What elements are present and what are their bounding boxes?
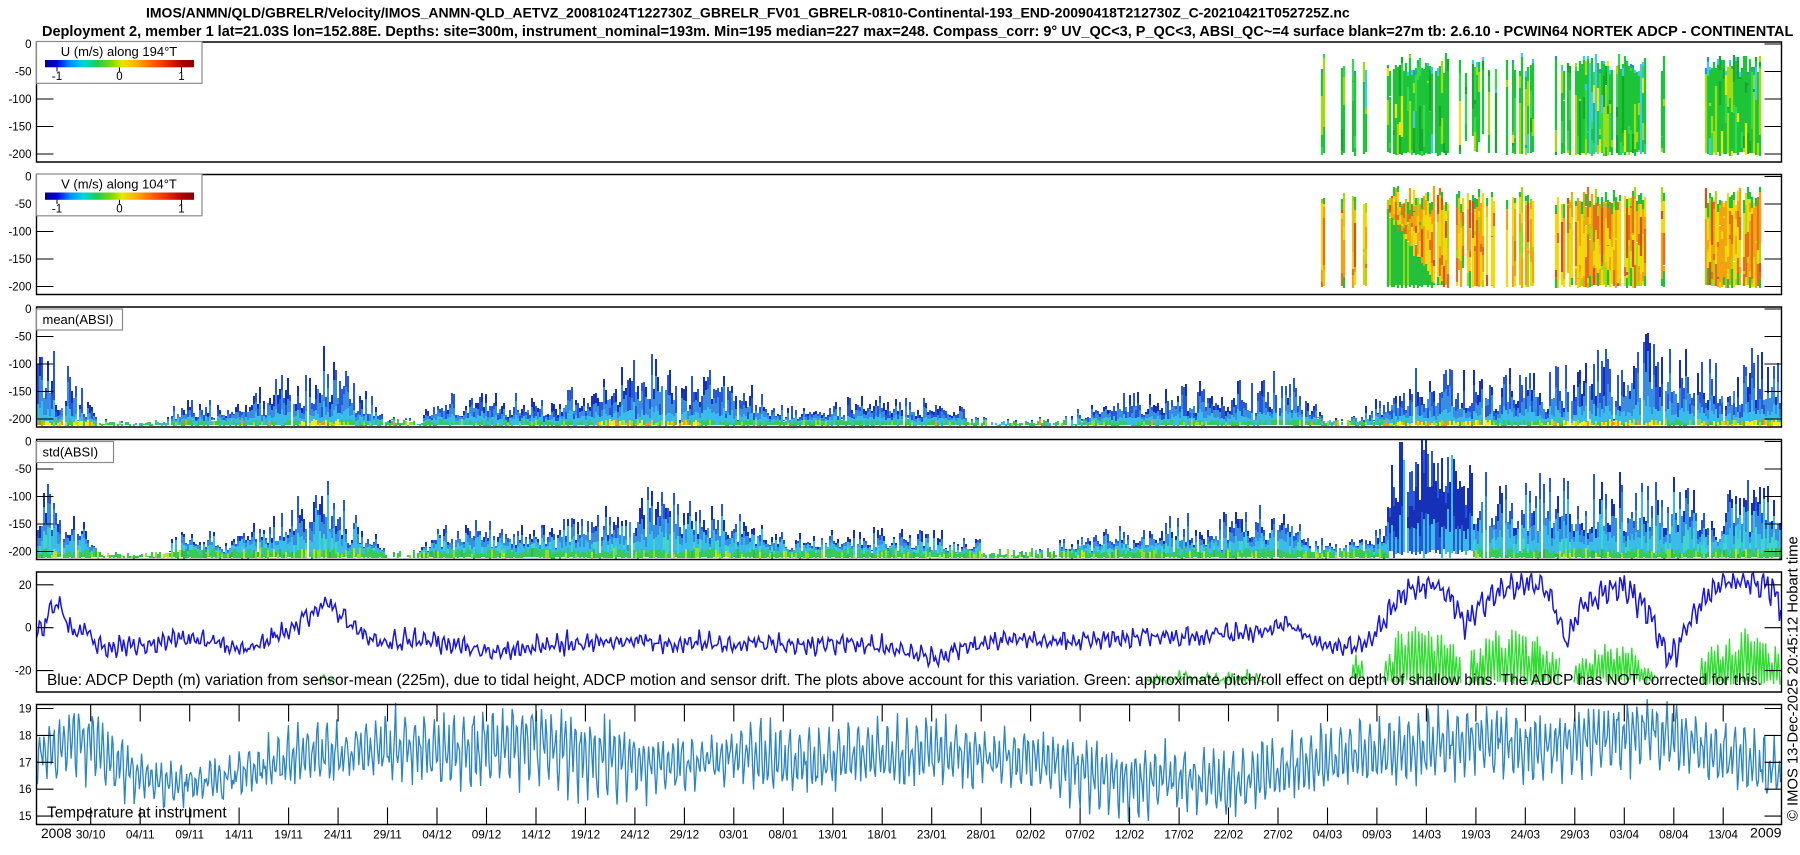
svg-text:14/12: 14/12 (521, 827, 551, 841)
svg-text:© IMOS 13-Dec-2025 20:45:12 Ho: © IMOS 13-Dec-2025 20:45:12 Hobart time (1786, 536, 1800, 821)
svg-text:22/02: 22/02 (1214, 827, 1244, 841)
svg-text:0: 0 (25, 437, 31, 449)
svg-text:24/12: 24/12 (620, 827, 650, 841)
svg-text:-200: -200 (8, 149, 31, 161)
svg-text:1: 1 (178, 203, 184, 215)
svg-text:09/03: 09/03 (1362, 827, 1392, 841)
svg-text:Blue: ADCP Depth (m) variation: Blue: ADCP Depth (m) variation from sens… (47, 672, 1762, 689)
svg-text:-50: -50 (15, 67, 32, 79)
svg-text:-100: -100 (8, 94, 31, 106)
svg-text:27/02: 27/02 (1263, 827, 1293, 841)
svg-text:Deployment 2, member 1 lat=21.: Deployment 2, member 1 lat=21.03S lon=15… (42, 24, 1793, 40)
svg-text:-200: -200 (8, 282, 31, 294)
svg-text:19/12: 19/12 (571, 827, 601, 841)
svg-text:2008: 2008 (41, 826, 72, 841)
svg-text:29/11: 29/11 (373, 827, 402, 841)
svg-text:-50: -50 (15, 332, 32, 344)
svg-text:14/03: 14/03 (1412, 827, 1442, 841)
svg-text:0: 0 (25, 623, 31, 635)
svg-text:24/11: 24/11 (324, 827, 353, 841)
svg-text:13/04: 13/04 (1708, 827, 1738, 841)
svg-text:-20: -20 (15, 666, 32, 678)
svg-text:V (m/s) along 104°T: V (m/s) along 104°T (61, 176, 177, 191)
svg-text:-50: -50 (15, 464, 32, 476)
svg-text:19/03: 19/03 (1461, 827, 1491, 841)
svg-text:18: 18 (19, 730, 32, 742)
svg-text:04/11: 04/11 (126, 827, 155, 841)
svg-text:2009: 2009 (1750, 826, 1782, 842)
svg-text:15: 15 (19, 811, 32, 823)
svg-text:14/11: 14/11 (225, 827, 254, 841)
svg-text:U (m/s) along 194°T: U (m/s) along 194°T (61, 44, 178, 59)
svg-text:09/12: 09/12 (472, 827, 502, 841)
svg-text:0: 0 (25, 172, 31, 184)
svg-text:-150: -150 (8, 519, 31, 531)
svg-text:13/01: 13/01 (818, 827, 848, 841)
svg-text:0: 0 (116, 203, 122, 215)
svg-text:0: 0 (25, 39, 31, 51)
svg-text:0: 0 (116, 71, 122, 83)
svg-text:09/11: 09/11 (175, 827, 204, 841)
svg-text:-150: -150 (8, 387, 31, 399)
svg-text:08/01: 08/01 (769, 827, 799, 841)
svg-text:-100: -100 (8, 492, 31, 504)
svg-text:20: 20 (19, 580, 32, 592)
svg-text:04/12: 04/12 (422, 827, 452, 841)
svg-text:-150: -150 (8, 122, 31, 134)
svg-text:-1: -1 (52, 71, 62, 83)
svg-text:29/03: 29/03 (1560, 827, 1590, 841)
svg-text:19/11: 19/11 (274, 827, 303, 841)
svg-text:-200: -200 (8, 414, 31, 426)
svg-text:24/03: 24/03 (1511, 827, 1541, 841)
svg-text:08/04: 08/04 (1659, 827, 1689, 841)
svg-text:17/02: 17/02 (1164, 827, 1194, 841)
svg-text:03/04: 03/04 (1610, 827, 1640, 841)
svg-text:-1: -1 (52, 203, 62, 215)
svg-text:-100: -100 (8, 359, 31, 371)
svg-text:mean(ABSI): mean(ABSI) (43, 312, 114, 327)
svg-text:19: 19 (19, 704, 32, 716)
svg-text:17: 17 (19, 757, 32, 769)
svg-text:-100: -100 (8, 227, 31, 239)
svg-text:-200: -200 (8, 547, 31, 559)
svg-text:18/01: 18/01 (867, 827, 897, 841)
svg-text:29/12: 29/12 (670, 827, 700, 841)
svg-text:IMOS/ANMN/QLD/GBRELR/Velocity/: IMOS/ANMN/QLD/GBRELR/Velocity/IMOS_ANMN-… (146, 5, 1350, 21)
svg-text:-50: -50 (15, 199, 32, 211)
svg-text:28/01: 28/01 (966, 827, 996, 841)
svg-text:30/10: 30/10 (76, 827, 106, 841)
svg-text:03/01: 03/01 (719, 827, 749, 841)
svg-text:02/02: 02/02 (1016, 827, 1046, 841)
svg-text:Temperature at instrument: Temperature at instrument (47, 805, 227, 822)
svg-text:std(ABSI): std(ABSI) (43, 445, 99, 460)
svg-text:04/03: 04/03 (1313, 827, 1343, 841)
svg-text:16: 16 (19, 784, 32, 796)
svg-text:07/02: 07/02 (1065, 827, 1095, 841)
svg-text:12/02: 12/02 (1115, 827, 1145, 841)
svg-text:-150: -150 (8, 254, 31, 266)
svg-text:0: 0 (25, 304, 31, 316)
svg-text:1: 1 (178, 71, 184, 83)
svg-text:23/01: 23/01 (917, 827, 947, 841)
